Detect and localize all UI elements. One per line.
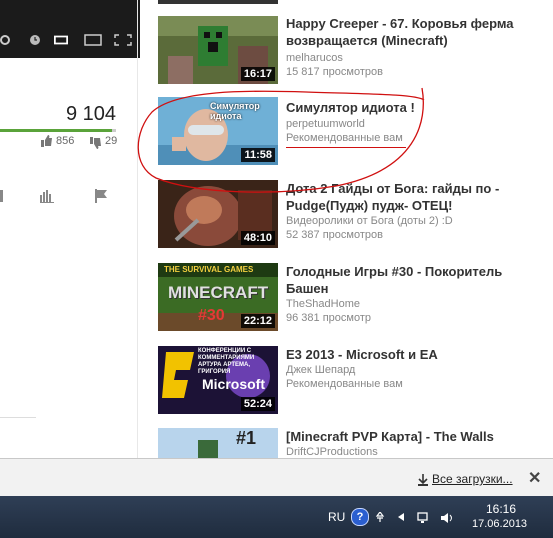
thumbnail-top-text: THE SURVIVAL GAMES (164, 265, 254, 274)
fullscreen-icon[interactable] (114, 34, 132, 46)
thumbnail-number: #30 (198, 307, 225, 324)
like-ratio-fill (0, 129, 113, 132)
video-title[interactable]: Голодные Игры #30 - Покоритель Башен (286, 263, 526, 297)
close-download-bar-button[interactable]: ✕ (528, 468, 541, 488)
tray-options-icon[interactable] (375, 512, 385, 522)
help-icon[interactable]: ? (351, 508, 369, 526)
video-channel[interactable]: DriftCJProductions (286, 445, 378, 458)
video-title[interactable]: Happy Creeper - 67. Коровья ферма возвра… (286, 15, 526, 49)
thumbnail-number: #1 (236, 428, 257, 448)
video-thumbnail[interactable]: 48:10 (158, 180, 278, 248)
video-thumbnail[interactable]: THE SURVIVAL GAMES MINECRAFT #30 22:12 (158, 263, 278, 331)
network-icon[interactable] (417, 512, 431, 524)
video-title[interactable]: Дота 2 Гайды от Бога: гайды по - Pudge(П… (286, 180, 526, 214)
thumbnail-caption: Симулятор идиота (210, 101, 260, 121)
clock-date[interactable]: 17.06.2013 (472, 518, 527, 530)
thumbnail-top-text: КОНФЕРЕНЦИИ С КОММЕНТАРИЯМИ АРТУРА АРТЕМ… (198, 348, 255, 375)
settings-icon[interactable] (0, 34, 14, 46)
video-channel[interactable]: Видеоролики от Бога (доты 2) :D (286, 214, 453, 228)
video-title[interactable]: Симулятор идиота ! (286, 99, 526, 116)
stats-icon[interactable] (40, 190, 54, 203)
minecraft-walls-thumbnail-art (158, 428, 278, 458)
clock-time[interactable]: 16:16 (486, 502, 516, 516)
video-channel[interactable]: perpetuumworld (286, 117, 365, 131)
clock-icon[interactable] (28, 34, 42, 46)
video-channel[interactable]: Джек Шепард (286, 363, 355, 377)
video-title[interactable]: E3 2013 - Microsoft и EA (286, 346, 526, 363)
video-views: 52 387 просмотров (286, 229, 383, 241)
thumbnail-mid-text: MINECRAFT (168, 283, 269, 302)
related-video-item[interactable]: 48:10 Дота 2 Гайды от Бога: гайды по - P… (158, 180, 528, 250)
download-bar: Все загрузки... ✕ (0, 458, 553, 497)
video-title[interactable]: [Minecraft PVP Карта] - The Walls (286, 428, 526, 445)
small-player-icon[interactable] (54, 34, 68, 46)
video-duration: 11:58 (241, 148, 275, 162)
video-thumbnail[interactable]: #1 (158, 428, 278, 458)
windows-taskbar: RU ? 16:16 17.06.2013 (0, 496, 553, 538)
thumbnail-mid-text: Microsoft (202, 376, 265, 392)
like-count: 856 (56, 135, 75, 147)
video-views: 96 381 просмотр (286, 312, 371, 324)
video-duration: 22:12 (240, 314, 275, 328)
related-video-item[interactable]: #1 [Minecraft PVP Карта] - The Walls Dri… (158, 428, 528, 458)
player-control-bar (0, 0, 140, 58)
thumbs-down-icon[interactable] (89, 137, 102, 149)
language-indicator[interactable]: RU (328, 510, 345, 524)
volume-icon[interactable] (440, 512, 454, 524)
related-video-item[interactable]: КОНФЕРЕНЦИИ С КОММЕНТАРИЯМИ АРТУРА АРТЕМ… (158, 346, 528, 416)
thumbs-up-icon[interactable] (40, 135, 53, 147)
related-video-item[interactable]: 16:17 Happy Creeper - 67. Коровья ферма … (158, 0, 528, 84)
video-channel[interactable]: TheShadHome (286, 297, 360, 311)
video-thumbnail[interactable]: 16:17 (158, 16, 278, 84)
share-icon[interactable] (0, 190, 4, 202)
video-thumbnail[interactable]: Симулятор идиота 11:58 (158, 97, 278, 165)
related-videos-sidebar: 16:17 Happy Creeper - 67. Коровья ферма … (158, 0, 528, 458)
flag-icon[interactable] (95, 189, 108, 203)
page-scrollbar[interactable] (538, 0, 553, 458)
all-downloads-link[interactable]: Все загрузки... (432, 472, 513, 486)
view-count: 9 104 (65, 103, 116, 125)
tray-arrow-icon[interactable] (397, 512, 407, 522)
related-video-item[interactable]: Симулятор идиота 11:58 Симулятор идиота … (158, 97, 528, 167)
video-thumbnail[interactable]: КОНФЕРЕНЦИИ С КОММЕНТАРИЯМИ АРТУРА АРТЕМ… (158, 346, 278, 414)
video-duration: 52:24 (240, 397, 275, 411)
related-video-item[interactable]: THE SURVIVAL GAMES MINECRAFT #30 22:12 Г… (158, 263, 528, 333)
recommended-label: Рекомендованные вам (286, 378, 403, 390)
column-separator (137, 0, 138, 458)
recommended-label: Рекомендованные вам (286, 132, 403, 144)
dislike-count: 29 (105, 135, 118, 147)
divider (0, 417, 36, 418)
video-channel[interactable]: melharucos (286, 51, 343, 65)
download-arrow-icon (418, 474, 428, 486)
video-views: 15 817 просмотров (286, 66, 383, 78)
video-page-left: 9 104 856 29 (0, 0, 140, 458)
annotation-underline (286, 147, 406, 148)
large-player-icon[interactable] (84, 34, 102, 46)
video-duration: 48:10 (240, 231, 275, 245)
video-duration: 16:17 (240, 67, 275, 81)
cut-thumbnail (158, 0, 278, 4)
like-ratio-bar (0, 129, 116, 132)
